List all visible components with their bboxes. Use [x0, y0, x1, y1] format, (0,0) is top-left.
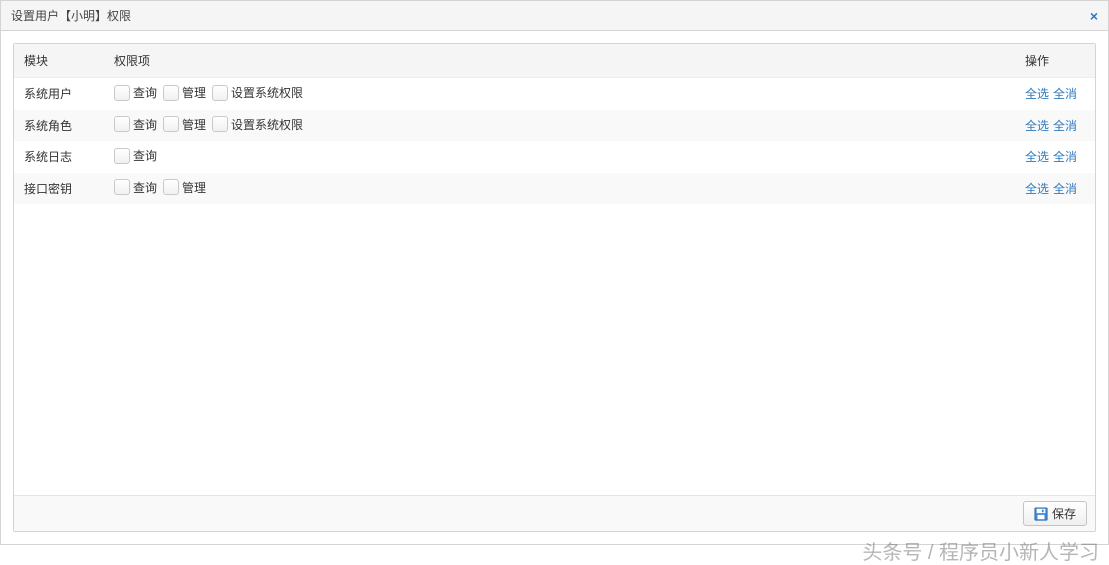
- save-button-label: 保存: [1052, 505, 1076, 522]
- permission-checkbox[interactable]: [114, 148, 130, 164]
- permission-item: 查询: [114, 179, 157, 196]
- module-cell: 系统用户: [14, 78, 104, 110]
- permission-item: 设置系统权限: [212, 116, 303, 133]
- table-row: 系统角色 查询 管理 设置系统权限 全选全消: [14, 110, 1095, 142]
- permission-checkbox[interactable]: [212, 116, 228, 132]
- permissions-cell: 查询 管理 设置系统权限: [104, 110, 1015, 142]
- permission-item: 设置系统权限: [212, 84, 303, 101]
- deselect-all-link[interactable]: 全消: [1053, 119, 1077, 133]
- header-module: 模块: [14, 44, 104, 78]
- footer-bar: 保存: [14, 495, 1095, 531]
- save-button[interactable]: 保存: [1023, 501, 1087, 526]
- permissions-cell: 查询: [104, 141, 1015, 173]
- permission-label: 设置系统权限: [231, 84, 303, 101]
- dialog-body: 模块 权限项 操作 系统用户查询管理设置系统权限全选全消系统角色查询管理设置系统…: [1, 31, 1108, 544]
- permissions-table: 模块 权限项 操作 系统用户查询管理设置系统权限全选全消系统角色查询管理设置系统…: [14, 44, 1095, 204]
- select-all-link[interactable]: 全选: [1025, 150, 1049, 164]
- permission-item: 查询: [114, 84, 157, 101]
- permission-dialog: 设置用户【小明】权限 × 模块 权限项 操作 系统用户查询管理设置系统权限全选全…: [0, 0, 1109, 545]
- permission-checkbox[interactable]: [163, 179, 179, 195]
- deselect-all-link[interactable]: 全消: [1053, 87, 1077, 101]
- select-all-link[interactable]: 全选: [1025, 119, 1049, 133]
- actions-cell: 全选全消: [1015, 78, 1095, 110]
- module-cell: 系统日志: [14, 141, 104, 173]
- module-cell: 接口密钥: [14, 173, 104, 205]
- deselect-all-link[interactable]: 全消: [1053, 150, 1077, 164]
- deselect-all-link[interactable]: 全消: [1053, 182, 1077, 196]
- permission-item: 管理: [163, 179, 206, 196]
- header-actions: 操作: [1015, 44, 1095, 78]
- permission-checkbox[interactable]: [212, 85, 228, 101]
- permission-checkbox[interactable]: [163, 116, 179, 132]
- module-cell: 系统角色: [14, 110, 104, 142]
- permissions-panel: 模块 权限项 操作 系统用户查询管理设置系统权限全选全消系统角色查询管理设置系统…: [13, 43, 1096, 532]
- permission-checkbox[interactable]: [114, 116, 130, 132]
- table-row: 接口密钥 查询 管理 全选全消: [14, 173, 1095, 205]
- dialog-title: 设置用户【小明】权限: [11, 7, 131, 24]
- permission-item: 查询: [114, 147, 157, 164]
- dialog-header: 设置用户【小明】权限 ×: [1, 1, 1108, 31]
- permission-label: 查询: [133, 116, 157, 133]
- permission-item: 管理: [163, 116, 206, 133]
- permission-label: 管理: [182, 179, 206, 196]
- save-icon: [1034, 507, 1048, 521]
- table-row: 系统用户 查询 管理 设置系统权限 全选全消: [14, 78, 1095, 110]
- empty-space: [14, 204, 1095, 495]
- permission-checkbox[interactable]: [114, 179, 130, 195]
- permissions-cell: 查询 管理 设置系统权限: [104, 78, 1015, 110]
- permission-label: 查询: [133, 179, 157, 196]
- permission-label: 管理: [182, 116, 206, 133]
- header-permissions: 权限项: [104, 44, 1015, 78]
- permission-checkbox[interactable]: [114, 85, 130, 101]
- close-icon[interactable]: ×: [1090, 9, 1098, 23]
- actions-cell: 全选全消: [1015, 110, 1095, 142]
- select-all-link[interactable]: 全选: [1025, 182, 1049, 196]
- table-row: 系统日志 查询 全选全消: [14, 141, 1095, 173]
- permissions-cell: 查询 管理: [104, 173, 1015, 205]
- actions-cell: 全选全消: [1015, 173, 1095, 205]
- permission-item: 查询: [114, 116, 157, 133]
- permission-checkbox[interactable]: [163, 85, 179, 101]
- permission-label: 设置系统权限: [231, 116, 303, 133]
- actions-cell: 全选全消: [1015, 141, 1095, 173]
- select-all-link[interactable]: 全选: [1025, 87, 1049, 101]
- permission-label: 查询: [133, 147, 157, 164]
- permission-item: 管理: [163, 84, 206, 101]
- permission-label: 管理: [182, 84, 206, 101]
- permission-label: 查询: [133, 84, 157, 101]
